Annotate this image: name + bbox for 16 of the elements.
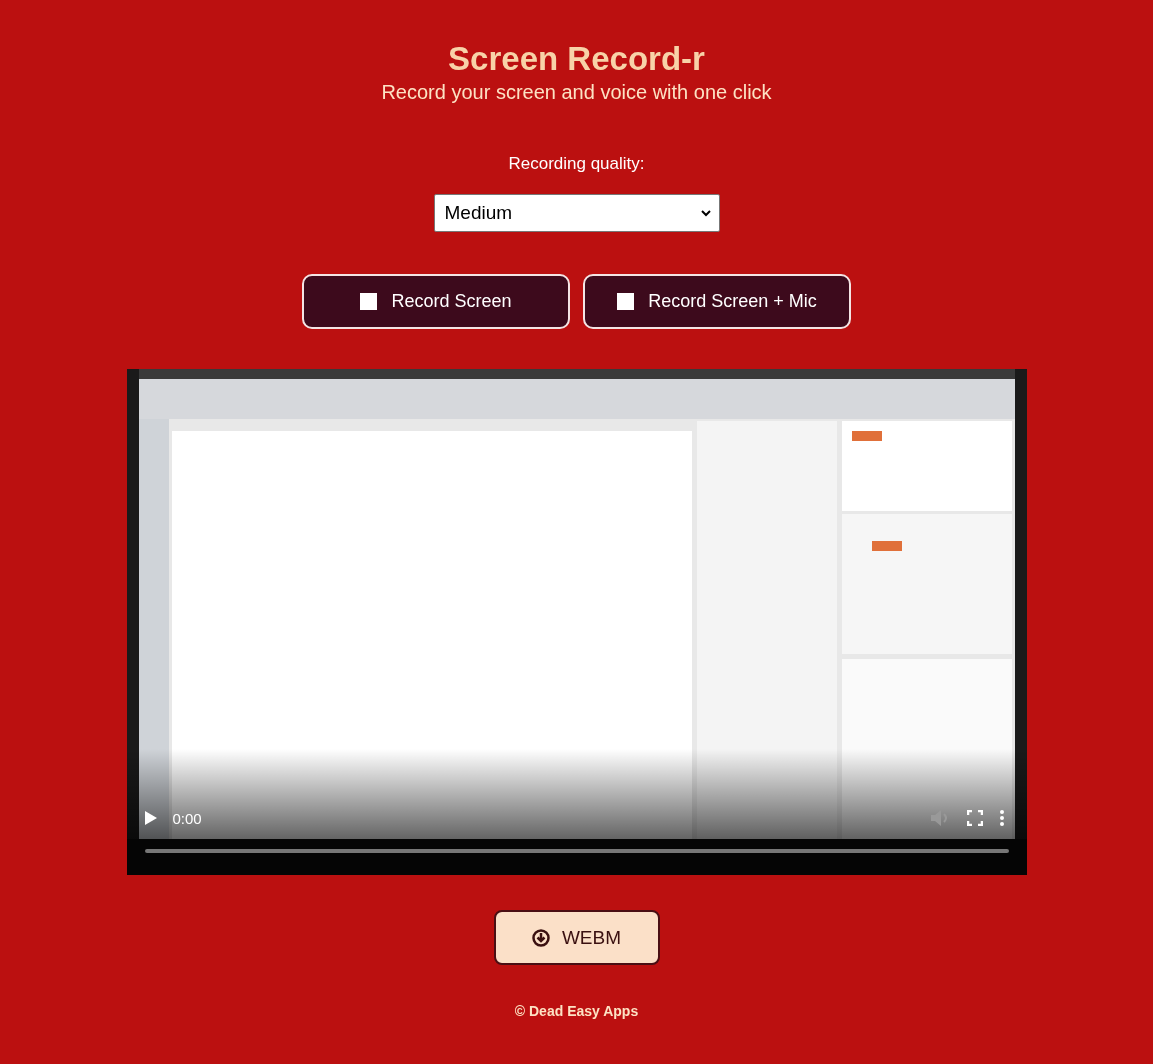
record-button[interactable]: Record Screen xyxy=(302,274,570,329)
more-icon[interactable] xyxy=(998,809,1005,827)
app-title: Screen Record-r xyxy=(448,40,705,78)
square-icon xyxy=(617,293,635,310)
chevron-icon xyxy=(700,209,711,217)
record-button[interactable]: Record Screen + Mic xyxy=(583,274,851,329)
playback-time: 0:00 xyxy=(172,809,202,827)
quality-dropdown[interactable]: Medium xyxy=(433,194,720,232)
square-icon xyxy=(360,293,378,310)
footer-copyright: © Dead Easy Apps xyxy=(514,1003,639,1019)
app-subtitle: Record your screen and voice with one click xyxy=(381,80,772,104)
play-icon[interactable] xyxy=(144,811,157,825)
download-icon xyxy=(531,928,550,947)
quality-label: Recording quality: xyxy=(508,154,645,174)
download-button[interactable]: WEBM xyxy=(493,910,660,965)
fullscreen-icon[interactable] xyxy=(966,810,983,826)
